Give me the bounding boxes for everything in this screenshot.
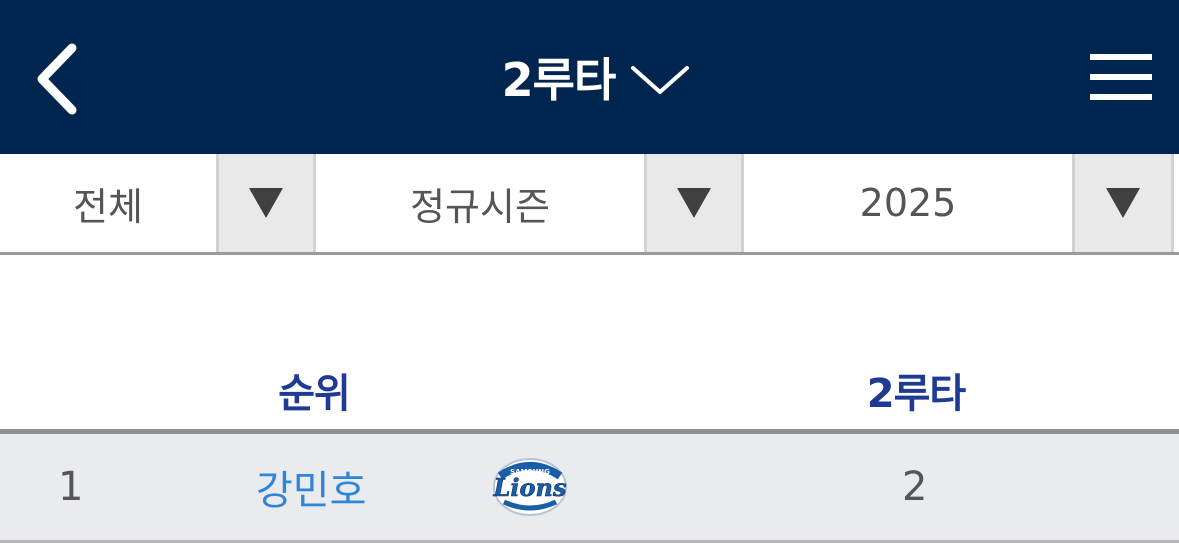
dropdown-triangle-icon (677, 188, 711, 218)
team-filter-value: 전체 (73, 184, 143, 229)
column-header-doubles[interactable]: 2루타 (816, 362, 1016, 418)
year-filter-value: 2025 (859, 181, 957, 225)
team-filter-select[interactable]: 전체 (0, 154, 316, 252)
samsung-lions-logo: SAMSUNG Lions (492, 458, 567, 516)
page-title: 2루타 (501, 53, 617, 107)
year-filter-arrow[interactable] (1072, 154, 1174, 252)
season-type-filter-arrow[interactable] (644, 154, 744, 252)
season-type-filter-value: 정규시즌 (410, 184, 550, 229)
column-header-rank[interactable]: 순위 (214, 362, 414, 418)
rank-cell: 1 (58, 464, 84, 510)
hamburger-menu-icon (1090, 54, 1152, 100)
table-row[interactable]: 1 강민호 SAMSUNG Lions 2 (0, 434, 1179, 543)
back-button[interactable] (28, 36, 98, 122)
chevron-down-icon (631, 66, 690, 94)
filter-bar: 전체 정규시즌 2025 (0, 154, 1179, 255)
chevron-left-icon (37, 43, 77, 115)
dropdown-triangle-icon (1106, 188, 1140, 218)
player-name-link[interactable]: 강민호 (256, 434, 416, 540)
team-filter-arrow[interactable] (216, 154, 316, 252)
year-filter-select[interactable]: 2025 (744, 154, 1179, 252)
doubles-value-cell: 2 (902, 464, 928, 510)
stat-type-dropdown[interactable]: 2루타 (502, 44, 692, 110)
top-app-bar: 2루타 (0, 0, 1179, 154)
dropdown-triangle-icon (249, 188, 283, 218)
season-type-filter-select[interactable]: 정규시즌 (316, 154, 744, 252)
menu-button[interactable] (1088, 52, 1154, 102)
logo-text: Lions (493, 473, 567, 502)
